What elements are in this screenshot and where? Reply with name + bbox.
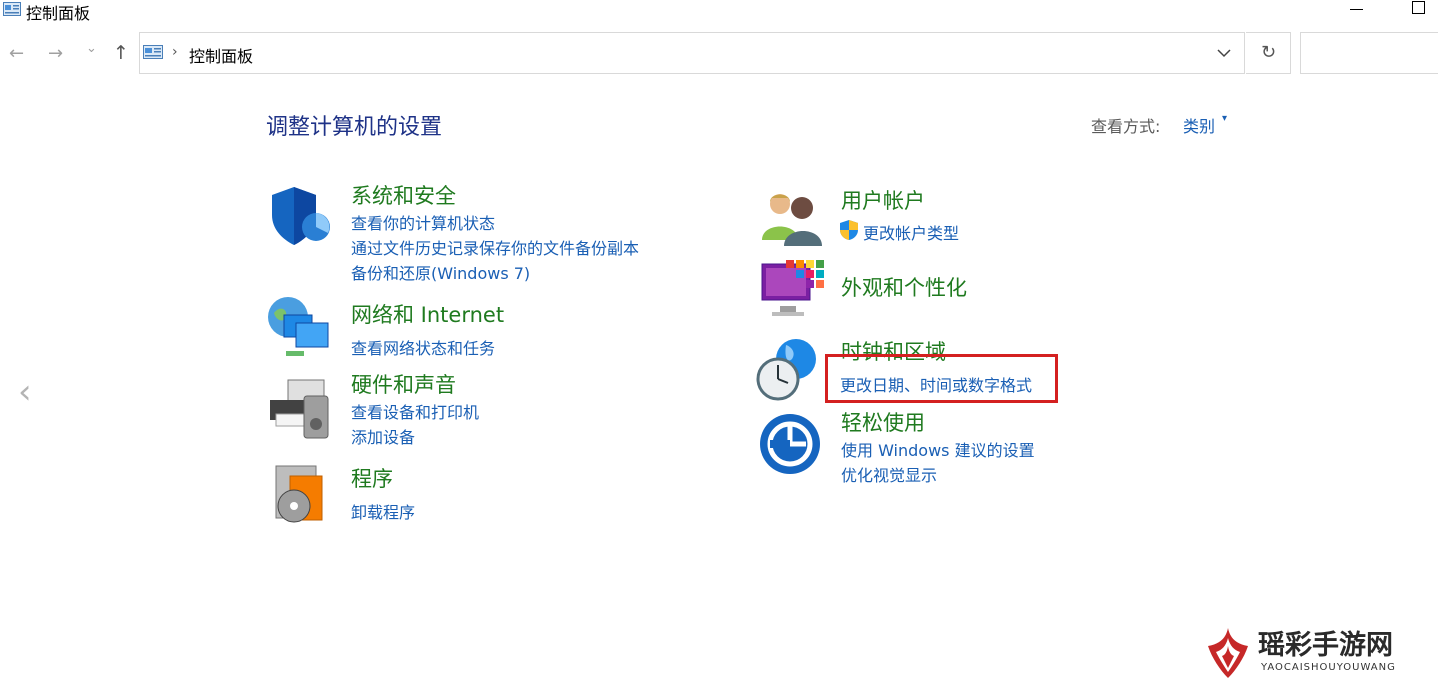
link-optimize-visual-display[interactable]: 优化视觉显示 [841,462,937,486]
link-devices-printers[interactable]: 查看设备和打印机 [351,399,479,423]
link-file-history-backup[interactable]: 通过文件历史记录保存你的文件备份副本 [351,235,639,259]
category-hardware-sound[interactable]: 硬件和声音 [351,369,456,399]
category-programs[interactable]: 程序 [351,463,393,493]
ease-of-access-icon [760,414,820,474]
control-panel-icon [143,45,163,59]
chevron-left-icon[interactable]: ‹ [18,372,32,412]
category-user-accounts[interactable]: 用户帐户 [841,185,925,215]
category-system-security[interactable]: 系统和安全 [351,180,456,210]
chevron-down-icon[interactable] [1214,45,1234,61]
programs-icon [275,465,323,523]
maximize-button[interactable] [1402,0,1434,20]
window-title: 控制面板 [26,4,91,23]
shield-icon [272,187,330,245]
link-windows-recommended-settings[interactable]: 使用 Windows 建议的设置 [841,437,1035,461]
up-arrow-icon[interactable]: ↑ [113,42,129,64]
clock-globe-icon [756,339,816,401]
watermark-logo [1208,628,1248,678]
link-uninstall-program[interactable]: 卸载程序 [351,499,415,523]
back-arrow-icon[interactable]: ← [9,43,24,64]
watermark-subtitle: YAOCAISHOUYOUWANG [1261,662,1396,673]
forward-arrow-icon[interactable]: → [48,43,63,64]
minimize-button[interactable] [1340,0,1372,20]
page-title: 调整计算机的设置 [266,115,443,140]
category-ease-of-access[interactable]: 轻松使用 [841,407,925,437]
recent-locations-icon[interactable]: ⌄ [86,41,97,56]
refresh-icon[interactable]: ↻ [1261,42,1276,63]
title-bar: 控制面板 [0,0,1438,23]
category-appearance[interactable]: 外观和个性化 [841,272,967,302]
control-panel-icon [3,2,21,16]
uac-shield-icon [840,220,858,240]
address-bar[interactable] [139,32,1245,74]
link-change-account-type[interactable]: 更改帐户类型 [863,220,959,244]
breadcrumb-chevron-icon[interactable]: › [172,44,178,60]
printer-icon [270,379,329,439]
view-by-label: 查看方式: [1091,117,1161,136]
search-input[interactable] [1300,32,1438,74]
dropdown-arrow-icon[interactable]: ▾ [1222,113,1227,124]
category-network-internet[interactable]: 网络和 Internet [351,299,504,329]
link-view-computer-status[interactable]: 查看你的计算机状态 [351,210,495,234]
link-network-status[interactable]: 查看网络状态和任务 [351,335,495,359]
view-by-dropdown[interactable]: 类别 [1183,113,1215,137]
network-globe-icon [268,297,329,356]
highlight-box [825,354,1058,403]
user-accounts-icon [762,194,822,246]
appearance-monitor-icon [761,260,824,316]
watermark-name: 瑶彩手游网 [1258,630,1393,661]
link-add-device[interactable]: 添加设备 [351,424,415,448]
breadcrumb-control-panel[interactable]: 控制面板 [189,43,253,67]
link-backup-restore[interactable]: 备份和还原(Windows 7) [351,260,530,284]
